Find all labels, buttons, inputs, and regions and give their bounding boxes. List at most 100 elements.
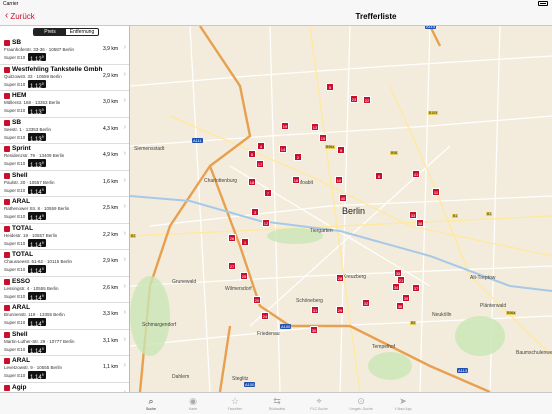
chevron-right-icon: › [123, 97, 126, 104]
station-marker[interactable]: 32 [362, 299, 370, 307]
station-marker[interactable]: 40 [339, 194, 347, 202]
station-marker[interactable]: 24 [261, 312, 269, 320]
tab-y-navi-app[interactable]: ➤ Y-Navi App [382, 393, 424, 414]
fuel-type: Super E10 [4, 293, 26, 299]
tab-r-ckw-rts[interactable]: ⇆ Rückwärts [256, 393, 298, 414]
station-row[interactable]: Shell Paulstr. 20 · 10557 Berlin Super E10… [0, 171, 129, 197]
road-shield: B96 [390, 151, 399, 155]
segment-distance[interactable]: Entfernung [66, 29, 98, 35]
tab-suche[interactable]: ⌕ Suche [130, 393, 172, 414]
fuel-type: Super E10 [4, 134, 26, 140]
star-icon: ☆ [230, 396, 240, 406]
station-marker[interactable]: 18 [248, 178, 256, 186]
map-view[interactable]: Siemensstadt Charlottenburg Moabit Tiergart… [130, 26, 552, 392]
segment-price[interactable]: Preis [34, 29, 66, 35]
station-marker[interactable]: 13 [311, 123, 319, 131]
place-label: Dahlem [172, 374, 190, 380]
station-marker[interactable]: 2 [294, 153, 302, 161]
fuel-type: Super E10 [4, 161, 26, 166]
station-distance: 2,6 km [102, 284, 118, 291]
station-distance: 4,9 km [102, 152, 118, 158]
station-row[interactable]: Agip › [0, 383, 129, 392]
station-marker[interactable]: 27 [228, 262, 236, 270]
station-distance: 2,9 km [102, 72, 118, 79]
station-marker[interactable]: 41 [412, 170, 420, 178]
tab-umgeb-suche[interactable]: ⊙ Umgeb.-Suche [340, 393, 382, 414]
station-marker[interactable]: 1 [241, 238, 249, 246]
chevron-right-icon: › [123, 123, 126, 131]
station-name: Westfehling Tankstelle Gmbh [12, 65, 103, 73]
chevron-right-icon: › [123, 229, 126, 237]
tab-label: Karte [188, 407, 198, 411]
station-row[interactable]: Sprint Residenzstr. 79 · 13409 Berlin Supe… [0, 144, 129, 171]
back-button[interactable]: ‹ Zurück [5, 11, 35, 21]
navi-icon: ➤ [399, 396, 407, 406]
station-row[interactable]: TOTAL Chausseestr. 61-62 · 10115 Berlin Su… [0, 250, 129, 277]
station-row[interactable]: Shell Martin-Luther-Str. 29 · 10777 Berli… [0, 330, 129, 356]
price-tag: 1,149 [28, 371, 46, 381]
back-label: Zurück [10, 11, 35, 21]
tab-favoriten[interactable]: ☆ Favoriten [214, 393, 256, 414]
station-distance: 1,6 km [102, 178, 118, 185]
place-label: Plänterwald [480, 303, 507, 309]
station-marker[interactable]: 39 [402, 294, 410, 302]
battery-icon [538, 1, 548, 6]
station-row[interactable]: ARAL Levetzowstr. 9 · 10555 Berlin Super E… [0, 356, 129, 383]
station-marker[interactable]: 7 [264, 189, 272, 197]
station-row[interactable]: ESSO Lessingstr. 4 · 10555 Berlin Super E1… [0, 277, 129, 303]
chevron-left-icon: ‹ [5, 10, 9, 21]
station-marker[interactable]: 36 [396, 302, 404, 310]
station-marker[interactable]: 12 [262, 219, 270, 227]
place-label: Siemensstadt [134, 146, 165, 152]
tab-label: Umgeb.-Suche [349, 407, 373, 411]
station-marker[interactable]: 5 [326, 83, 334, 91]
station-marker[interactable]: 38 [416, 219, 424, 227]
station-row[interactable]: TOTAL Heidestr. 19 · 10557 Berlin Super E1… [0, 224, 129, 250]
station-distance: 2,5 km [102, 205, 118, 211]
station-marker[interactable]: 19 [281, 122, 289, 130]
station-marker[interactable]: 6 [248, 150, 256, 158]
station-marker[interactable]: 30 [310, 326, 318, 334]
brand-badge-icon [4, 384, 10, 391]
road-shield: B1 [452, 214, 459, 218]
station-marker[interactable]: 16 [292, 176, 300, 184]
station-marker[interactable]: 14 [279, 145, 287, 153]
station-row[interactable]: ARAL Rathenower Str. 8 · 10559 Berlin Supe… [0, 197, 129, 224]
station-marker[interactable]: 23 [350, 95, 358, 103]
station-marker[interactable]: 28 [336, 274, 344, 282]
station-distance: 2,9 km [102, 258, 118, 264]
station-marker[interactable]: 10 [335, 176, 343, 184]
station-marker[interactable]: 20 [253, 296, 261, 304]
station-marker[interactable]: 37 [412, 284, 420, 292]
station-marker[interactable]: 9 [337, 146, 345, 154]
station-marker[interactable]: 33 [409, 211, 417, 219]
station-distance: 3,3 km [102, 311, 118, 317]
station-row[interactable]: Westfehling Tankstelle Gmbh Quitzowstr. 3… [0, 65, 129, 91]
station-distance: 4,3 km [102, 125, 118, 132]
station-address: Müllerstr. 168 · 13353 Berlin [4, 100, 61, 105]
station-marker[interactable]: 17 [256, 160, 264, 168]
station-marker[interactable]: 22 [363, 96, 371, 104]
price-fraction: 9 [41, 240, 44, 245]
station-row[interactable]: HEM Müllerstr. 168 · 13353 Berlin Super E1… [0, 91, 129, 118]
brand-badge-icon [4, 225, 10, 232]
nearby-search-icon: ⊙ [357, 396, 365, 406]
station-marker[interactable]: 29 [336, 306, 344, 314]
station-marker[interactable]: 31 [311, 306, 319, 314]
road-shield: B5 [410, 321, 417, 325]
station-marker[interactable]: 8 [375, 172, 383, 180]
station-row[interactable]: ARAL Brunnenstr. 119 · 13355 Berlin Super … [0, 303, 129, 330]
tab-plz-suche[interactable]: ⌖ PLZ-Suche [298, 393, 340, 414]
station-marker[interactable]: 26 [228, 234, 236, 242]
station-marker[interactable]: 15 [319, 134, 327, 142]
station-marker[interactable]: 3 [251, 208, 259, 216]
station-row[interactable]: SB Fraunhoferstr. 33-36 · 10587 Berlin Sup… [0, 38, 129, 65]
tab-karte[interactable]: ◉ Karte [172, 393, 214, 414]
tab-label: Rückwärts [268, 407, 286, 411]
station-marker[interactable]: 25 [240, 272, 248, 280]
station-row[interactable]: SB Seestr. 1 · 13353 Berlin Super E10 1,139… [0, 118, 129, 144]
station-marker[interactable]: 4 [257, 142, 265, 150]
station-marker[interactable]: 21 [397, 276, 405, 284]
station-marker[interactable]: 11 [432, 188, 440, 196]
price-tag: 1,129 [28, 53, 46, 63]
